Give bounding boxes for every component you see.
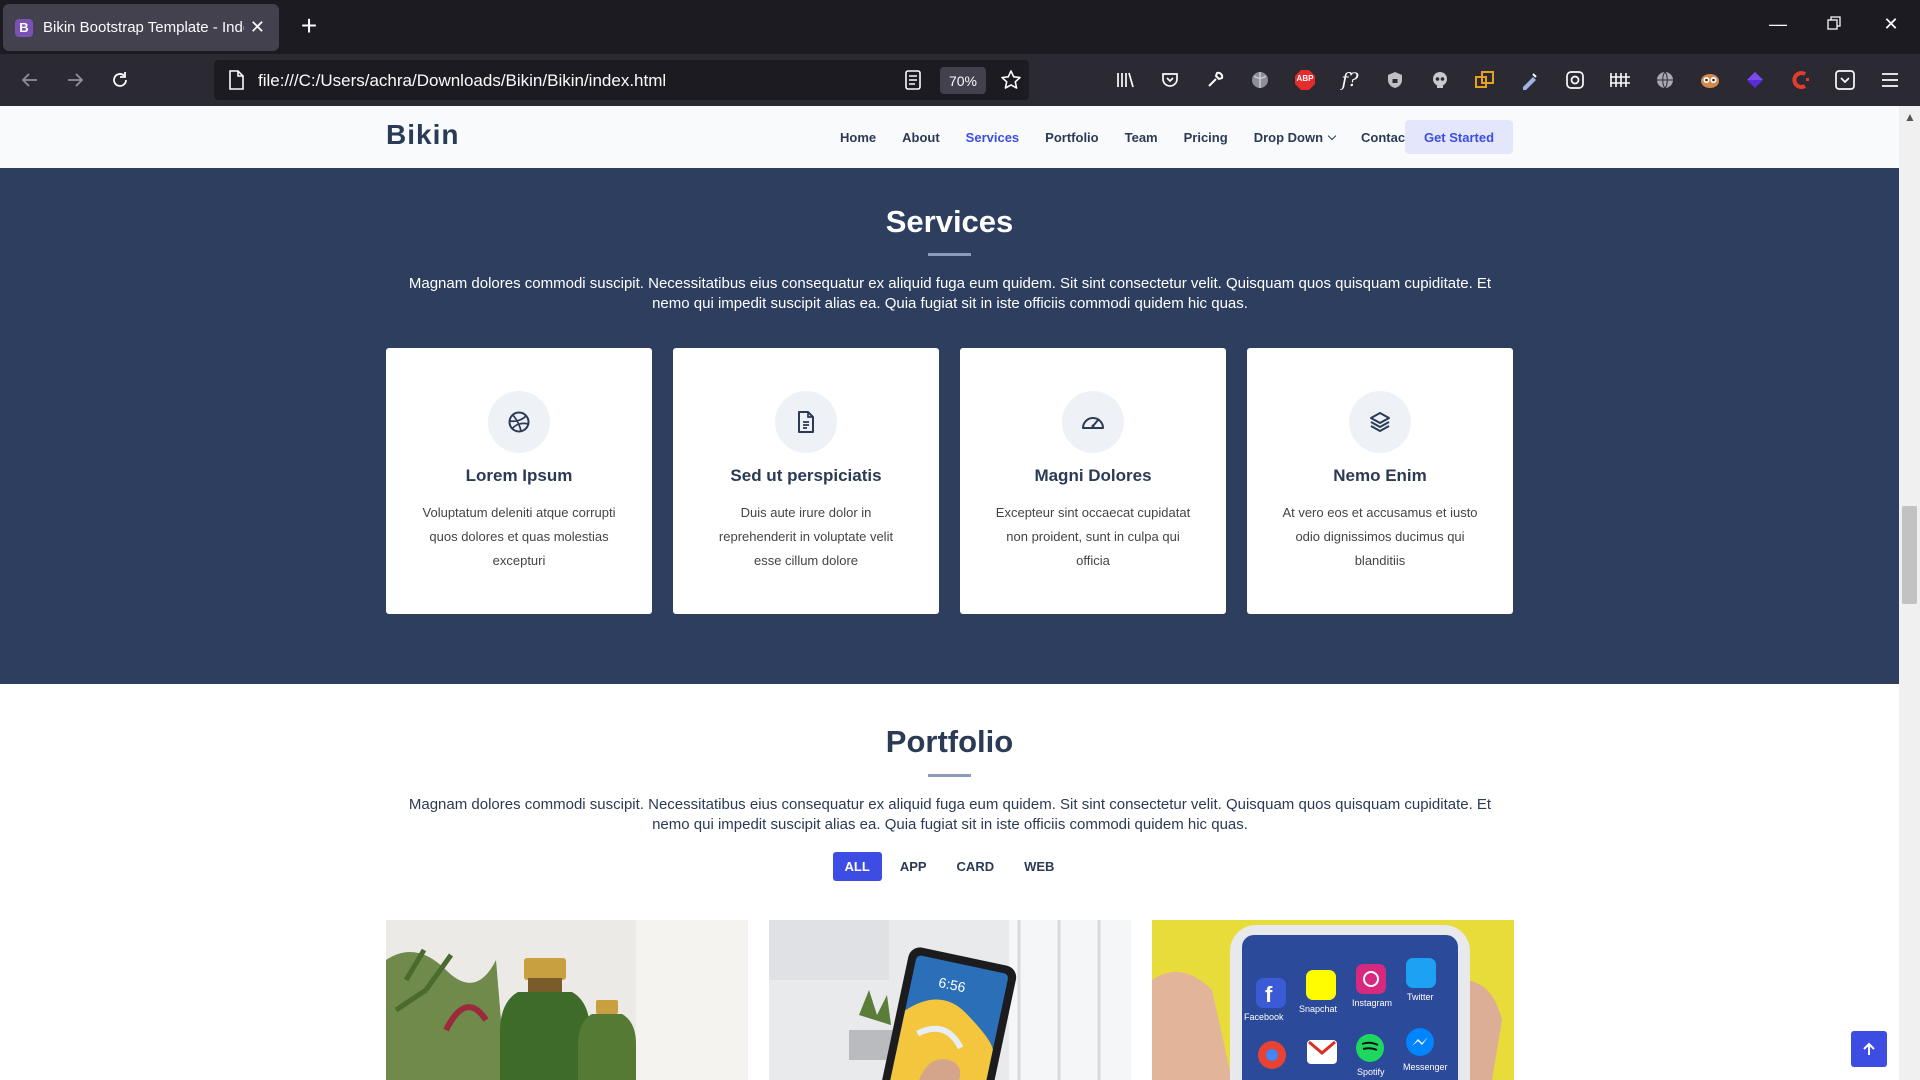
close-tab-icon[interactable]: ✕: [248, 17, 267, 38]
portfolio-section: Portfolio Magnam dolores commodi suscipi…: [0, 684, 1899, 1080]
portfolio-item-tablet[interactable]: 6:56: [769, 920, 1131, 1080]
scroll-up-icon[interactable]: ▲: [1904, 110, 1916, 124]
service-card-title: Nemo Enim: [1333, 466, 1427, 485]
document-icon: [775, 391, 837, 453]
nav-dropdown[interactable]: Drop Down: [1253, 129, 1337, 145]
nav-portfolio[interactable]: Portfolio: [1045, 130, 1098, 145]
nav-home[interactable]: Home: [840, 130, 876, 145]
app-label-facebook: Facebook: [1244, 1012, 1284, 1022]
page-icon: [228, 70, 244, 95]
font-finder-icon[interactable]: f?: [1337, 67, 1363, 93]
app-label-messenger: Messenger: [1403, 1062, 1448, 1072]
nav-contact[interactable]: Contact: [1361, 130, 1409, 145]
minimize-window-icon[interactable]: —: [1764, 14, 1792, 35]
app-label-twitter: Twitter: [1407, 992, 1434, 1002]
browser-tab-bar: B Bikin Bootstrap Template - Index ✕ + —…: [0, 0, 1920, 54]
nav-team[interactable]: Team: [1125, 130, 1158, 145]
filter-all[interactable]: ALL: [832, 852, 882, 881]
reload-icon[interactable]: [106, 66, 134, 94]
services-title-rule: [928, 253, 971, 256]
services-section: Services Magnam dolores commodi suscipit…: [0, 168, 1899, 684]
url-text: file:///C:/Users/achra/Downloads/Bikin/B…: [258, 71, 667, 90]
bookmark-star-icon[interactable]: [1000, 69, 1022, 96]
site-logo[interactable]: Bikin: [386, 119, 459, 151]
bootstrap-favicon-icon: B: [15, 18, 33, 37]
nav-dropdown-label: Drop Down: [1253, 129, 1324, 145]
svg-text:f: f: [1265, 982, 1273, 1007]
nav-pricing[interactable]: Pricing: [1184, 130, 1228, 145]
zoom-level-badge[interactable]: 70%: [940, 67, 986, 94]
phone-social-apps-photo: f Facebook Snapchat Instagram Twitter Sp…: [1152, 920, 1514, 1080]
portfolio-description: Magnam dolores commodi suscipit. Necessi…: [408, 796, 1492, 833]
service-card[interactable]: Nemo Enim At vero eos et accusamus et iu…: [1247, 348, 1513, 614]
portfolio-title-rule: [928, 774, 971, 777]
portfolio-filters: ALL APP CARD WEB: [0, 852, 1899, 881]
forward-arrow-icon[interactable]: [61, 66, 89, 94]
layers-icon: [1349, 391, 1411, 453]
service-card-text: Excepteur sint occaecat cupidatat non pr…: [995, 505, 1191, 568]
pocket-icon[interactable]: [1157, 67, 1183, 93]
close-window-icon[interactable]: ✕: [1877, 14, 1905, 35]
service-card-title: Lorem Ipsum: [465, 466, 573, 485]
dribbble-icon: [488, 391, 550, 453]
service-card-text: Voluptatum deleniti atque corrupti quos …: [422, 505, 616, 568]
new-tab-icon[interactable]: +: [295, 12, 323, 40]
hamburger-menu-icon[interactable]: [1877, 67, 1903, 93]
get-started-button[interactable]: Get Started: [1405, 120, 1513, 154]
scrollbar-thumb[interactable]: [1902, 506, 1917, 604]
service-card-title: Magni Dolores: [1034, 466, 1152, 485]
back-arrow-icon[interactable]: [16, 66, 44, 94]
reader-view-icon[interactable]: [904, 70, 922, 95]
service-card[interactable]: Lorem Ipsum Voluptatum deleniti atque co…: [386, 348, 652, 614]
wrench-icon[interactable]: [1202, 67, 1228, 93]
c-extension-icon[interactable]: [1787, 67, 1813, 93]
privacy-shield-icon[interactable]: [1382, 67, 1408, 93]
back-to-top-button[interactable]: [1851, 1031, 1887, 1067]
skull-extension-icon[interactable]: [1427, 67, 1453, 93]
nav-about[interactable]: About: [902, 130, 940, 145]
screenshot-extension-icon[interactable]: [1832, 67, 1858, 93]
owl-extension-icon[interactable]: [1697, 67, 1723, 93]
green-bottles-photo: [386, 920, 748, 1080]
service-card-text: Duis aute irure dolor in reprehenderit i…: [718, 505, 894, 568]
portfolio-title: Portfolio: [885, 724, 1014, 759]
filter-card[interactable]: CARD: [945, 852, 1007, 881]
speedometer-icon: [1062, 391, 1124, 453]
browser-tab[interactable]: B Bikin Bootstrap Template - Index ✕: [3, 4, 279, 51]
multi-window-extension-icon[interactable]: [1472, 67, 1498, 93]
app-label-spotify: Spotify: [1357, 1067, 1385, 1077]
globe-extension-icon[interactable]: [1247, 67, 1273, 93]
portfolio-item-phone[interactable]: f Facebook Snapchat Instagram Twitter Sp…: [1152, 920, 1514, 1080]
library-icon[interactable]: [1112, 67, 1138, 93]
app-label-instagram: Instagram: [1352, 998, 1392, 1008]
portfolio-item-bottles[interactable]: [386, 920, 748, 1080]
nav-services[interactable]: Services: [966, 130, 1020, 145]
main-nav: Home About Services Portfolio Team Prici…: [840, 106, 1435, 168]
address-bar[interactable]: file:///C:/Users/achra/Downloads/Bikin/B…: [214, 60, 1029, 100]
grid-extension-icon[interactable]: [1607, 67, 1633, 93]
world-extension-icon[interactable]: [1652, 67, 1678, 93]
purple-diamond-extension-icon[interactable]: [1742, 67, 1768, 93]
service-card[interactable]: Magni Dolores Excepteur sint occaecat cu…: [960, 348, 1226, 614]
page-viewport: Bikin Home About Services Portfolio Team…: [0, 106, 1899, 1080]
tablet-on-desk-photo: 6:56: [769, 920, 1131, 1080]
chevron-down-icon: [1327, 131, 1337, 140]
filter-web[interactable]: WEB: [1012, 852, 1066, 881]
color-picker-icon[interactable]: [1517, 67, 1543, 93]
filter-app[interactable]: APP: [888, 852, 939, 881]
instagram-extension-icon[interactable]: [1562, 67, 1588, 93]
site-header: Bikin Home About Services Portfolio Team…: [0, 106, 1899, 168]
browser-toolbar: file:///C:/Users/achra/Downloads/Bikin/B…: [0, 54, 1920, 106]
service-card-title: Sed ut perspiciatis: [730, 466, 882, 485]
page-scrollbar[interactable]: ▲: [1899, 106, 1920, 1080]
services-description: Magnam dolores commodi suscipit. Necessi…: [408, 275, 1492, 312]
service-card[interactable]: Sed ut perspiciatis Duis aute irure dolo…: [673, 348, 939, 614]
tab-title: Bikin Bootstrap Template - Index: [43, 19, 244, 36]
app-label-snapchat: Snapchat: [1299, 1004, 1338, 1014]
services-title: Services: [885, 204, 1014, 239]
adblock-plus-icon[interactable]: ABP: [1292, 67, 1318, 93]
arrow-up-icon: [1863, 1042, 1875, 1055]
service-card-text: At vero eos et accusamus et iusto odio d…: [1282, 505, 1478, 568]
restore-window-icon[interactable]: [1820, 14, 1848, 35]
